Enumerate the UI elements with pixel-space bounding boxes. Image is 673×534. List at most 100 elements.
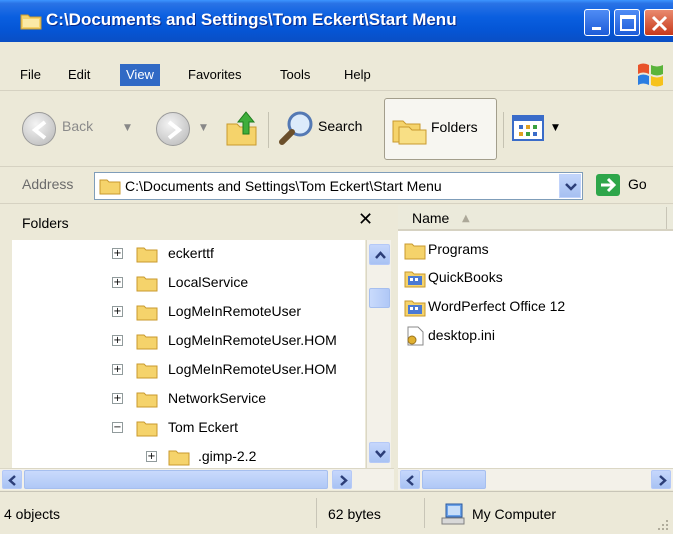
close-button[interactable] [644, 9, 673, 36]
tree-item[interactable]: + LogMeInRemoteUser.HOM [12, 358, 365, 384]
scroll-thumb[interactable] [369, 288, 390, 308]
up-folder-icon[interactable] [224, 108, 260, 148]
file-list: Name ▲ Programs QuickBooks WordPerfect O… [398, 205, 673, 468]
scroll-right-button[interactable] [332, 470, 352, 489]
status-object-count: 4 objects [4, 506, 61, 522]
menu-tools[interactable]: Tools [274, 64, 316, 86]
folder-tree: + eckerttf + LocalService + LogMeInRemot… [12, 240, 365, 468]
tree-item[interactable]: − Tom Eckert [12, 416, 365, 442]
forward-dropdown-arrow-icon[interactable]: ▼ [200, 123, 207, 133]
list-item[interactable]: WordPerfect Office 12 [402, 296, 672, 318]
scroll-thumb[interactable] [422, 470, 486, 489]
title-bar[interactable]: C:\Documents and Settings\Tom Eckert\Sta… [0, 0, 673, 42]
sort-ascending-icon: ▲ [462, 213, 470, 224]
expand-icon[interactable]: + [112, 335, 123, 346]
list-item[interactable]: QuickBooks [402, 267, 672, 289]
expand-icon[interactable]: + [112, 248, 123, 259]
folder-icon [20, 14, 42, 30]
toolbar-separator [503, 112, 504, 148]
minimize-button[interactable] [584, 9, 610, 36]
menu-bar: File Edit View Favorites Tools Help [0, 57, 673, 91]
folder-icon [136, 363, 158, 379]
expand-icon[interactable]: + [146, 451, 157, 462]
close-pane-icon[interactable]: ✕ [358, 209, 373, 230]
tree-item[interactable]: + LogMeInRemoteUser [12, 300, 365, 326]
folder-tree-vertical-scrollbar[interactable] [366, 240, 391, 468]
tree-item[interactable]: + LogMeInRemoteUser.HOM [12, 329, 365, 355]
folders-button[interactable]: Folders [384, 98, 497, 160]
program-group-icon [404, 271, 426, 288]
chevron-left-icon [406, 475, 414, 486]
folder-icon [136, 334, 158, 350]
go-label[interactable]: Go [628, 176, 647, 192]
list-item[interactable]: desktop.ini [402, 325, 672, 347]
back-button[interactable] [22, 112, 56, 146]
minimize-icon [592, 27, 601, 30]
search-magnifier-icon[interactable] [278, 108, 318, 148]
folder-icon [404, 243, 426, 260]
views-icon[interactable] [512, 114, 546, 142]
tree-item[interactable]: + .gimp-2.2 [12, 445, 365, 468]
folder-icon [136, 392, 158, 408]
folder-icon [136, 421, 158, 437]
status-location: My Computer [472, 506, 557, 522]
scroll-left-button[interactable] [400, 470, 420, 489]
list-item-label: QuickBooks [428, 269, 503, 285]
standard-toolbar: Back ▼ ▼ Search Folders ▼ [0, 92, 673, 167]
address-bar: Address C:\Documents and Settings\Tom Ec… [0, 168, 673, 204]
back-dropdown-arrow-icon[interactable]: ▼ [124, 123, 131, 133]
column-header-name[interactable]: Name ▲ [398, 205, 673, 231]
folder-icon [99, 179, 121, 195]
address-dropdown-button[interactable] [559, 174, 581, 198]
tree-item[interactable]: + LocalService [12, 271, 365, 297]
scroll-up-button[interactable] [369, 244, 390, 265]
menu-help[interactable]: Help [338, 64, 377, 86]
tree-item-label: LocalService [168, 274, 249, 290]
close-icon [651, 15, 668, 32]
address-input[interactable]: C:\Documents and Settings\Tom Eckert\Sta… [94, 172, 583, 200]
scroll-down-button[interactable] [369, 442, 390, 463]
tree-item-label: eckerttf [168, 245, 214, 261]
maximize-button[interactable] [614, 9, 640, 36]
views-dropdown-arrow-icon[interactable]: ▼ [552, 123, 559, 133]
expand-icon[interactable]: + [112, 393, 123, 404]
chevron-right-icon [340, 475, 348, 486]
menu-file[interactable]: File [14, 64, 47, 86]
search-label[interactable]: Search [318, 118, 362, 134]
resize-grip-icon[interactable] [654, 516, 670, 532]
menu-edit[interactable]: Edit [62, 64, 96, 86]
back-arrow-icon [31, 120, 47, 140]
collapse-icon[interactable]: − [112, 422, 123, 433]
expand-icon[interactable]: + [112, 277, 123, 288]
folder-icon [168, 450, 190, 466]
folder-icon [136, 276, 158, 292]
expand-icon[interactable]: + [112, 364, 123, 375]
windows-flag-icon [638, 63, 663, 87]
column-divider[interactable] [666, 207, 667, 229]
menu-favorites[interactable]: Favorites [182, 64, 247, 86]
scroll-thumb[interactable] [24, 470, 328, 489]
column-name-label: Name [412, 210, 450, 226]
chevron-down-icon [565, 183, 577, 191]
scroll-right-button[interactable] [651, 470, 671, 489]
folders-pane-title: Folders [22, 215, 69, 231]
file-list-horizontal-scrollbar[interactable] [398, 468, 673, 490]
chevron-down-icon [375, 450, 386, 458]
chevron-left-icon [8, 475, 16, 486]
my-computer-icon [441, 503, 465, 525]
status-bar: 4 objects 62 bytes My Computer [0, 491, 673, 534]
tree-item-label: LogMeInRemoteUser.HOM [168, 361, 337, 377]
menu-view[interactable]: View [120, 64, 160, 86]
toolbar-separator [268, 112, 269, 148]
expand-icon[interactable]: + [112, 306, 123, 317]
forward-arrow-icon [167, 120, 183, 140]
folder-tree-horizontal-scrollbar[interactable] [0, 468, 394, 490]
go-button[interactable] [596, 174, 620, 196]
folders-pane-header: Folders ✕ [0, 205, 394, 239]
tree-item[interactable]: + NetworkService [12, 387, 365, 413]
tree-item[interactable]: + eckerttf [12, 242, 365, 268]
list-item[interactable]: Programs [402, 239, 672, 261]
maximize-icon [620, 15, 636, 31]
forward-button[interactable] [156, 112, 190, 146]
scroll-left-button[interactable] [2, 470, 22, 489]
